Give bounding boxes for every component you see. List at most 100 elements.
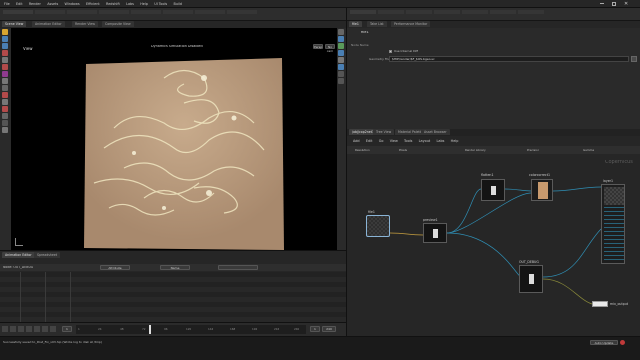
display-tool-icon[interactable] [2, 120, 8, 126]
go-end-icon[interactable] [50, 326, 56, 332]
node-layer1[interactable] [601, 184, 625, 264]
node-mix-output-label: mix_output [610, 302, 628, 306]
tab-render-view[interactable]: Render View [72, 21, 98, 27]
shelf-tab[interactable] [131, 10, 161, 14]
node-file1[interactable] [366, 215, 390, 237]
use-internal-diff-checkbox[interactable] [389, 50, 392, 53]
current-frame-field[interactable]: 1 [62, 326, 72, 332]
display-options-icon[interactable] [338, 29, 344, 35]
play-reverse-icon[interactable] [18, 326, 24, 332]
camera-button[interactable]: Persp [313, 44, 323, 49]
shelf-tab[interactable] [227, 10, 257, 14]
maximize-icon[interactable] [612, 2, 616, 6]
lighting-icon[interactable] [338, 36, 344, 42]
frame-end-field[interactable]: 240 [322, 326, 336, 332]
close-icon[interactable]: ✕ [624, 1, 628, 7]
measure-tool-icon[interactable] [2, 99, 8, 105]
node-file1-label: file1 [368, 210, 375, 214]
shelf-tab[interactable] [67, 10, 97, 14]
node-preview1-label: preview1 [423, 218, 438, 222]
playbar: 1 1 24 48 72 96 120 144 168 192 216 240 … [0, 322, 346, 336]
visibility-icon[interactable] [338, 71, 344, 77]
shading-icon[interactable] [338, 43, 344, 49]
shelf-tab[interactable] [3, 10, 33, 14]
tab-animation[interactable]: Animation Editor [2, 252, 35, 258]
frame-start-field[interactable]: 1 [310, 326, 320, 332]
right-shelf-row [350, 10, 638, 14]
update-indicator-icon [620, 340, 625, 345]
render-tool-icon[interactable] [2, 113, 8, 119]
shelf-tab[interactable] [195, 10, 225, 14]
menu-file[interactable]: File [4, 2, 10, 6]
shelf-tab[interactable] [378, 10, 404, 14]
handle-tool-icon[interactable] [2, 57, 8, 63]
snap-tool-icon[interactable] [2, 92, 8, 98]
shelf-tab[interactable] [163, 10, 193, 14]
shelf-tab[interactable] [490, 10, 516, 14]
playhead[interactable] [149, 325, 151, 334]
node-flatten1[interactable] [481, 179, 505, 201]
ghost-icon[interactable] [338, 57, 344, 63]
filter-field[interactable] [218, 265, 258, 270]
shelf-tab[interactable] [434, 10, 460, 14]
node-preview1[interactable] [423, 223, 447, 243]
menu-redshift[interactable]: Redshift [106, 2, 120, 6]
menu-assets[interactable]: Assets [47, 2, 58, 6]
tab-spreadsheet[interactable]: Spreadsheet [34, 252, 61, 258]
step-forward-icon[interactable] [42, 326, 48, 332]
tab-performance-monitor[interactable]: Performance Monitor [391, 21, 431, 27]
menu-help[interactable]: Help [140, 2, 148, 6]
tab-file1[interactable]: file1 [349, 21, 362, 27]
viewport[interactable]: View Dynamics Simulation Disabled Persp … [11, 28, 337, 250]
simulation-plane [84, 58, 284, 250]
node-field[interactable]: Node: OUT_DEBUG [3, 266, 33, 269]
shelf-tab[interactable] [350, 10, 376, 14]
grid-icon[interactable] [338, 64, 344, 70]
menu-ui-tools[interactable]: UI Tools [154, 2, 167, 6]
shelf-tab[interactable] [462, 10, 488, 14]
node-out-debug[interactable] [519, 265, 543, 293]
light-tool-icon[interactable] [2, 127, 8, 133]
paint-tool-icon[interactable] [2, 78, 8, 84]
tab-animation-editor[interactable]: Animation Editor [32, 21, 65, 27]
menu-edit[interactable]: Edit [16, 2, 23, 6]
attribute-field[interactable]: Attribute [100, 265, 130, 270]
node-mix-output[interactable] [592, 301, 608, 307]
no-cam-button[interactable]: No cam [325, 44, 335, 53]
shelf-tab[interactable] [518, 10, 544, 14]
shelf-tab[interactable] [35, 10, 65, 14]
menu-render[interactable]: Render [29, 2, 41, 6]
shelf-tab[interactable] [99, 10, 129, 14]
scale-tool-icon[interactable] [2, 50, 8, 56]
tab-composite-view[interactable]: Composite View [102, 21, 134, 27]
go-start-icon[interactable] [2, 326, 8, 332]
menu-build[interactable]: Build [173, 2, 182, 6]
timeline-bar[interactable]: 1 24 48 72 96 120 144 168 192 216 240 [76, 325, 306, 334]
snapshot-icon[interactable] [338, 78, 344, 84]
minimize-icon[interactable] [600, 3, 604, 4]
menu-efficient[interactable]: Efficient [86, 2, 100, 6]
select-tool-icon[interactable] [2, 29, 8, 35]
pose-tool-icon[interactable] [2, 64, 8, 70]
file-browse-icon[interactable] [631, 56, 637, 62]
tab-take-list[interactable]: Take List [367, 21, 387, 27]
play-icon[interactable] [34, 326, 40, 332]
rotate-tool-icon[interactable] [2, 43, 8, 49]
viewport-title: Dynamics Simulation Disabled [151, 45, 203, 48]
node-colorcorrect1[interactable] [531, 179, 553, 201]
menu-windows[interactable]: Windows [65, 2, 80, 6]
step-back-icon[interactable] [10, 326, 16, 332]
wireframe-icon[interactable] [338, 50, 344, 56]
view-tool-icon[interactable] [2, 85, 8, 91]
geometry-file-field[interactable]: $HIP/render/$F_$OS.bgeo.sc [389, 56, 629, 62]
menu-labs[interactable]: Labs [126, 2, 134, 6]
timeline-tick: 120 [186, 328, 192, 331]
shelf-tab[interactable] [406, 10, 432, 14]
auto-update-button[interactable]: Auto Update [590, 340, 618, 345]
tab-scene-view[interactable]: Scene View [2, 21, 27, 27]
name-field[interactable]: Name [160, 265, 190, 270]
brush-tool-icon[interactable] [2, 71, 8, 77]
move-tool-icon[interactable] [2, 36, 8, 42]
camera-tool-icon[interactable] [2, 106, 8, 112]
stop-icon[interactable] [26, 326, 32, 332]
